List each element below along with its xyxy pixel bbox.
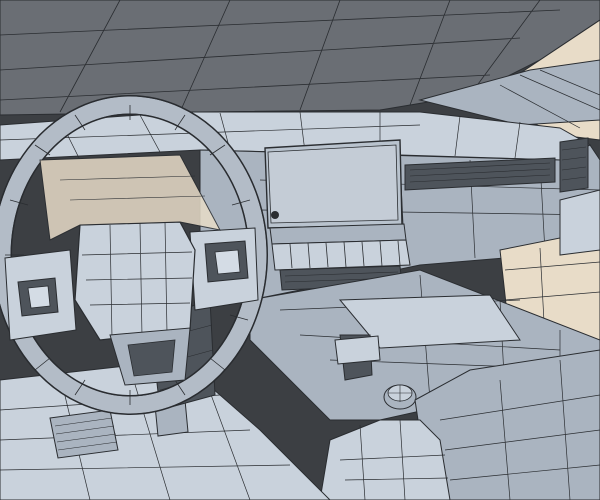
infotainment-screen	[264, 139, 407, 245]
car-interior-render	[0, 0, 600, 500]
driver-seat	[319, 419, 451, 500]
render-canvas	[0, 0, 600, 500]
